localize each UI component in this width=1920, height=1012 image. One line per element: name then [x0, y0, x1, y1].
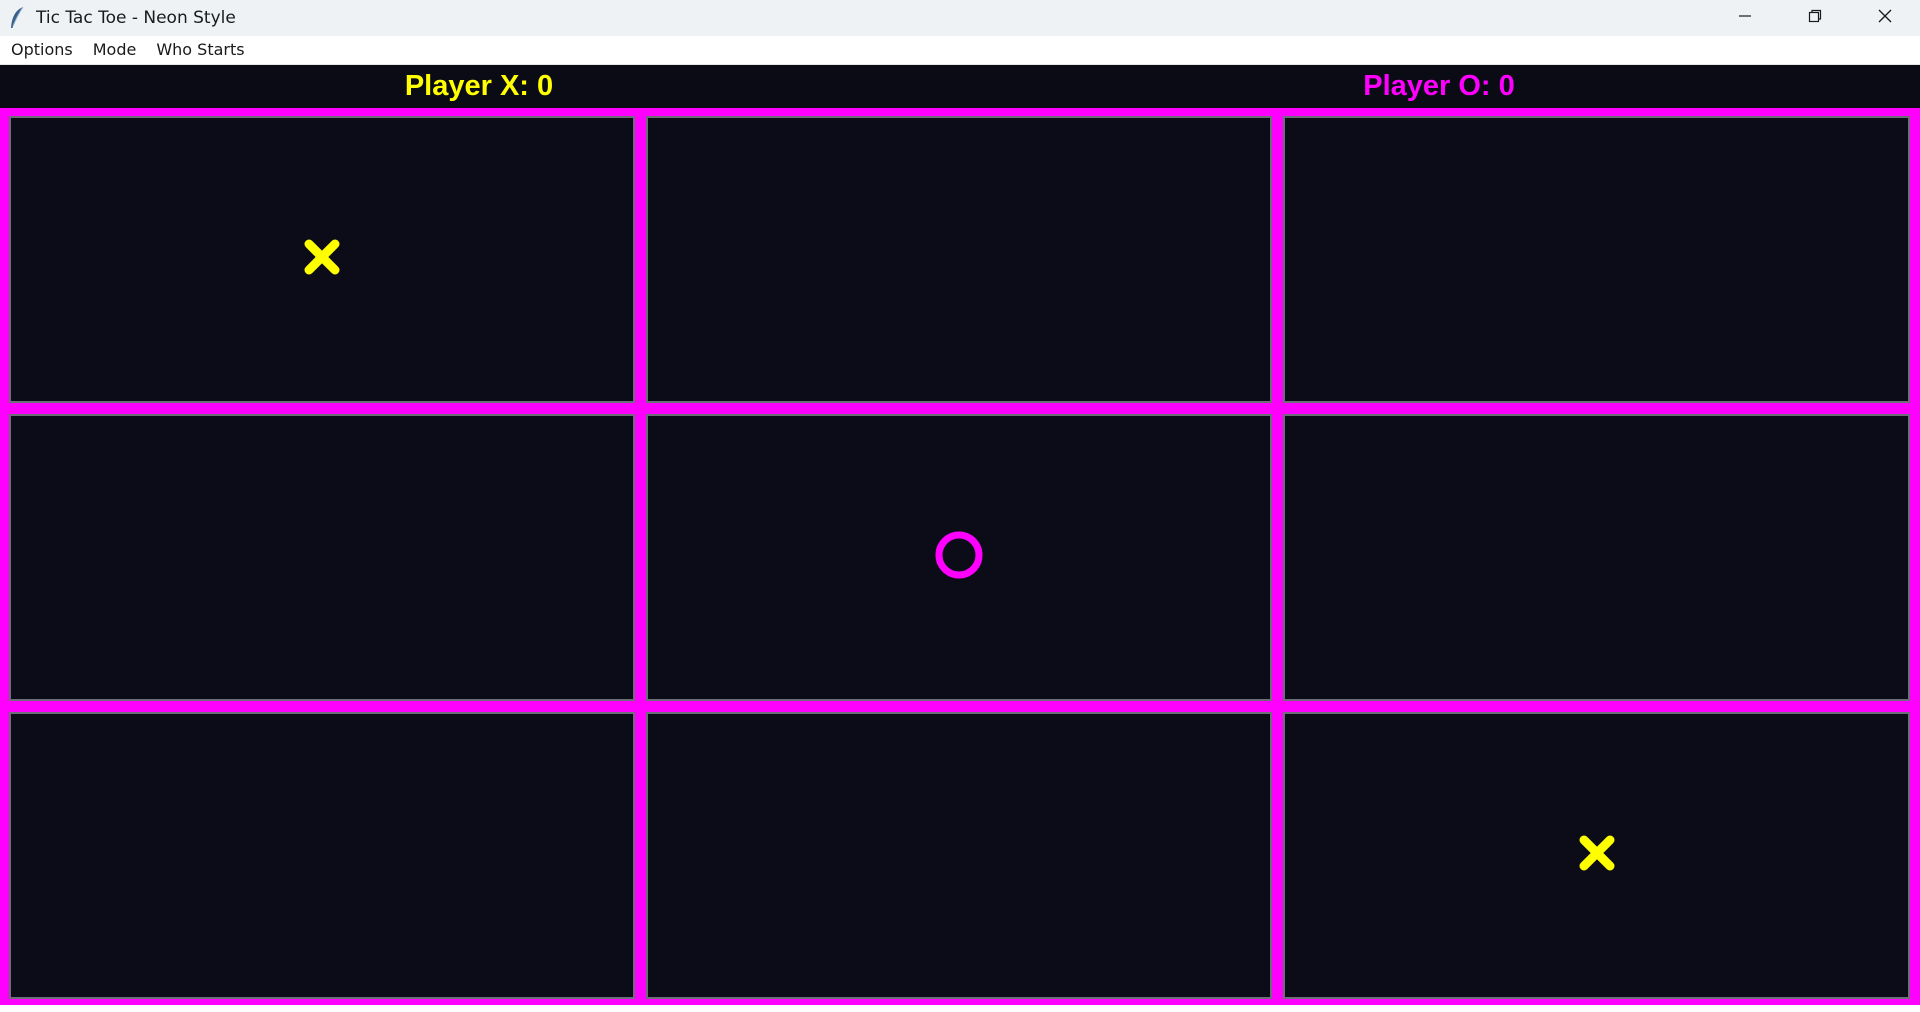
- menu-bar: Options Mode Who Starts: [0, 36, 1920, 65]
- scoreboard: Player X: 0 Player O: 0: [0, 65, 1920, 108]
- cell-middle-left[interactable]: [9, 414, 635, 701]
- x-mark-icon: [302, 237, 342, 282]
- close-icon: [1877, 8, 1893, 29]
- cell-top-right[interactable]: [1283, 116, 1910, 403]
- window-title: Tic Tac Toe - Neon Style: [36, 8, 236, 28]
- minimize-button[interactable]: [1710, 0, 1780, 36]
- menu-mode[interactable]: Mode: [83, 36, 147, 64]
- title-bar: Tic Tac Toe - Neon Style: [0, 0, 1920, 36]
- cell-top-left[interactable]: [9, 116, 635, 403]
- player-x-score: Player X: 0: [404, 70, 554, 102]
- player-o-score: Player O: 0: [1363, 70, 1515, 102]
- app-window: Tic Tac Toe - Neon Style Options Mode Wh…: [0, 0, 1920, 1012]
- menu-options[interactable]: Options: [0, 36, 83, 64]
- feather-icon: [6, 5, 28, 31]
- restore-icon: [1807, 8, 1823, 29]
- cell-bottom-center[interactable]: [646, 712, 1272, 999]
- cell-center[interactable]: [646, 414, 1272, 701]
- cell-bottom-left[interactable]: [9, 712, 635, 999]
- x-mark-icon: [1577, 833, 1617, 878]
- window-bottom-edge: [0, 1005, 1920, 1012]
- game-board: [0, 108, 1920, 1010]
- o-mark-icon: [933, 529, 985, 586]
- cell-top-center[interactable]: [646, 116, 1272, 403]
- game-area: Player X: 0 Player O: 0: [0, 65, 1920, 1012]
- close-button[interactable]: [1850, 0, 1920, 36]
- restore-button[interactable]: [1780, 0, 1850, 36]
- minimize-icon: [1737, 8, 1753, 29]
- menu-who-starts[interactable]: Who Starts: [146, 36, 254, 64]
- cell-middle-right[interactable]: [1283, 414, 1910, 701]
- window-controls: [1710, 0, 1920, 36]
- cell-bottom-right[interactable]: [1283, 712, 1910, 999]
